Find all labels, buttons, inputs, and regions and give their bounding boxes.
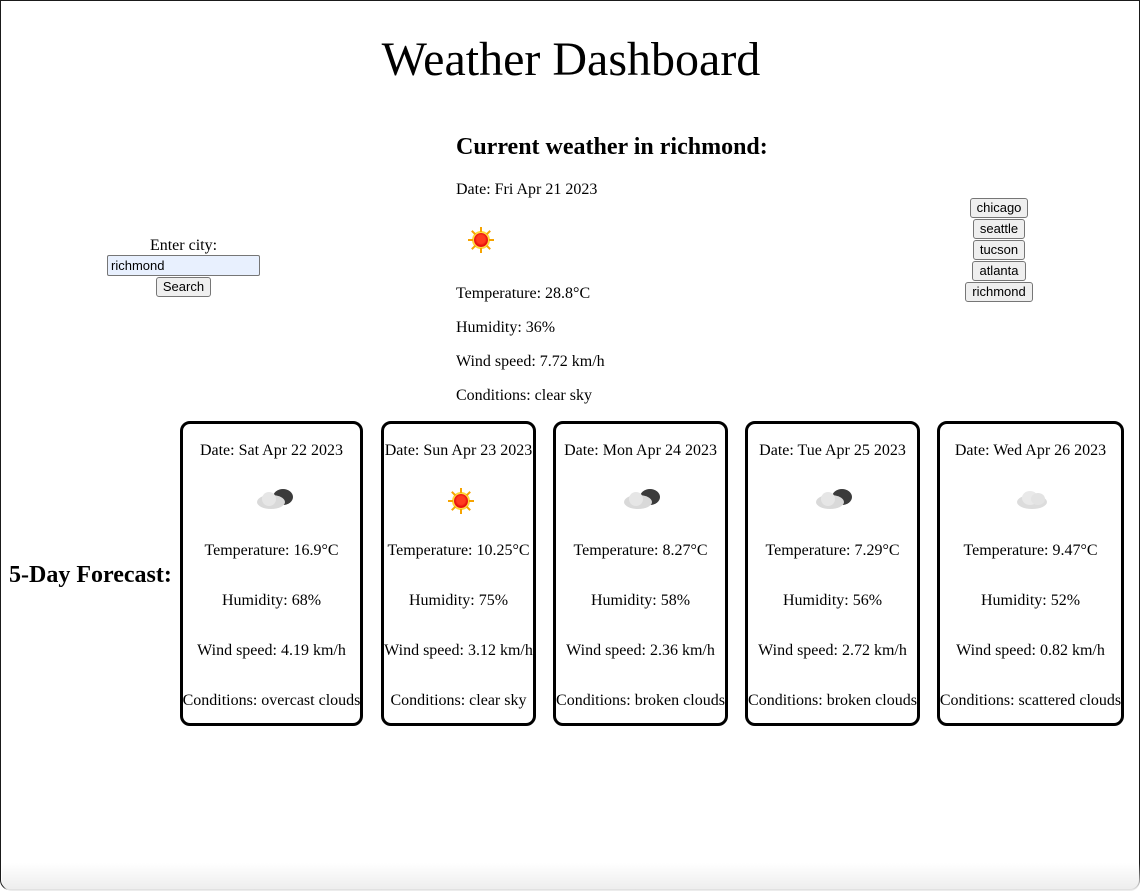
forecast-temperature: Temperature: 10.25°C [387, 542, 530, 559]
forecast-card: Date: Sat Apr 22 2023 Temperature: 16.9°… [180, 421, 363, 726]
sun-icon [448, 488, 474, 514]
city-search-input[interactable] [107, 255, 260, 276]
forecast-wind-speed: Wind speed: 3.12 km/h [384, 642, 533, 659]
current-date: Date: Fri Apr 21 2023 [456, 181, 598, 198]
forecast-card: Date: Tue Apr 25 2023 Temperature: 7.29°… [745, 421, 920, 726]
search-form: Enter city: Search [107, 237, 260, 297]
page-title: Weather Dashboard [381, 33, 761, 86]
forecast-conditions: Conditions: broken clouds [748, 692, 917, 709]
current-weather: Current weather in richmond: Date: Fri A… [456, 130, 876, 404]
forecast-conditions: Conditions: overcast clouds [182, 692, 361, 709]
bottom-shade [2, 863, 1140, 891]
forecast-wind-speed: Wind speed: 0.82 km/h [956, 642, 1105, 659]
history-button-seattle[interactable]: seattle [972, 219, 1026, 239]
forecast-date: Date: Sun Apr 23 2023 [384, 442, 533, 459]
forecast-temperature: Temperature: 9.47°C [963, 542, 1098, 559]
history-button-richmond[interactable]: richmond [965, 282, 1033, 302]
forecast-temperature: Temperature: 16.9°C [204, 542, 339, 559]
forecast-date: Date: Sat Apr 22 2023 [199, 442, 344, 459]
forecast-conditions: Conditions: clear sky [390, 692, 527, 709]
history-button-atlanta[interactable]: atlanta [972, 261, 1026, 281]
forecast-date: Date: Wed Apr 26 2023 [954, 442, 1107, 459]
broken-clouds-icon [624, 489, 660, 509]
search-label: Enter city: [149, 237, 218, 254]
forecast-date: Date: Mon Apr 24 2023 [564, 442, 717, 459]
overcast-clouds-icon [257, 489, 293, 509]
history-button-tucson[interactable]: tucson [972, 240, 1026, 260]
forecast-wind-speed: Wind speed: 2.72 km/h [758, 642, 907, 659]
forecast-humidity: Humidity: 56% [782, 592, 883, 609]
forecast-humidity: Humidity: 52% [980, 592, 1081, 609]
forecast-card: Date: Wed Apr 26 2023 Temperature: 9.47°… [937, 421, 1124, 726]
forecast-temperature: Temperature: 8.27°C [573, 542, 708, 559]
current-temperature: Temperature: 28.8°C [456, 285, 591, 302]
current-weather-heading: Current weather in richmond: [456, 134, 768, 160]
forecast-card: Date: Sun Apr 23 2023 Temperature: 10.25… [381, 421, 536, 726]
forecast-date: Date: Tue Apr 25 2023 [759, 442, 906, 459]
broken-clouds-icon [816, 489, 852, 509]
forecast-temperature: Temperature: 7.29°C [765, 542, 900, 559]
forecast-heading: 5-Day Forecast: [9, 562, 172, 588]
current-conditions: Conditions: clear sky [456, 387, 592, 404]
current-wind-speed: Wind speed: 7.72 km/h [456, 353, 605, 370]
history-button-chicago[interactable]: chicago [969, 198, 1029, 218]
forecast-wind-speed: Wind speed: 4.19 km/h [197, 642, 346, 659]
forecast-humidity: Humidity: 58% [590, 592, 691, 609]
scattered-clouds-icon [1017, 491, 1047, 509]
search-history: chicago seattle tucson atlanta richmond [950, 198, 1048, 303]
sun-icon [468, 227, 494, 253]
search-button[interactable]: Search [155, 277, 212, 297]
forecast-humidity: Humidity: 68% [221, 592, 322, 609]
forecast-conditions: Conditions: broken clouds [556, 692, 725, 709]
forecast-conditions: Conditions: scattered clouds [939, 692, 1122, 709]
forecast-wind-speed: Wind speed: 2.36 km/h [566, 642, 715, 659]
forecast-humidity: Humidity: 75% [408, 592, 509, 609]
forecast-card: Date: Mon Apr 24 2023 Temperature: 8.27°… [553, 421, 728, 726]
current-humidity: Humidity: 36% [456, 319, 556, 336]
